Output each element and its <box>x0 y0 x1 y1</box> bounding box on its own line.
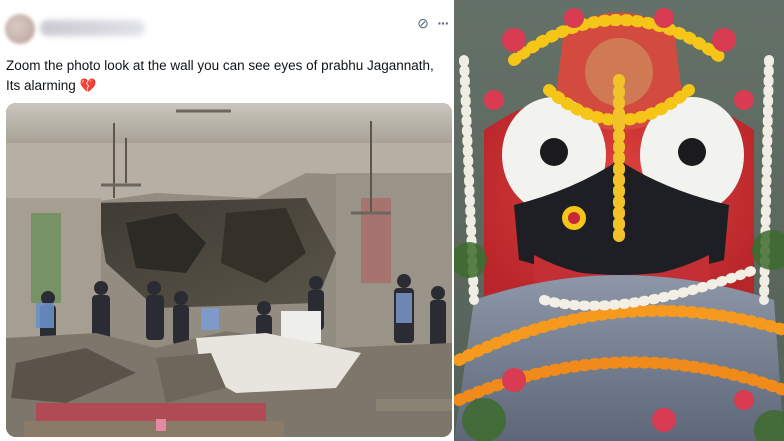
grok-icon[interactable]: ⊘ <box>414 14 432 32</box>
avatar[interactable] <box>5 14 35 44</box>
more-glyph: ··· <box>437 15 450 31</box>
tweet-text-line2: Its alarming 💔 <box>6 76 446 96</box>
tweet-header: ⊘ ··· <box>0 0 452 50</box>
jagannath-idol-garlanded-photo[interactable] <box>454 0 784 441</box>
collapsed-ceiling-hall-photo[interactable] <box>6 103 452 437</box>
tweet-text-line2-label: Its alarming <box>6 78 76 93</box>
broken-heart-icon: 💔 <box>79 78 97 93</box>
more-icon[interactable]: ··· <box>434 14 452 32</box>
tweet-panel: ⊘ ··· Zoom the photo look at the wall yo… <box>0 0 452 441</box>
blurred-username[interactable] <box>40 20 145 36</box>
grok-glyph: ⊘ <box>417 14 429 31</box>
jagannath-idol-illustration <box>454 0 784 441</box>
tweet-text: Zoom the photo look at the wall you can … <box>6 56 446 96</box>
tweet-text-line1: Zoom the photo look at the wall you can … <box>6 58 434 73</box>
collapsed-ceiling-illustration <box>6 103 452 437</box>
